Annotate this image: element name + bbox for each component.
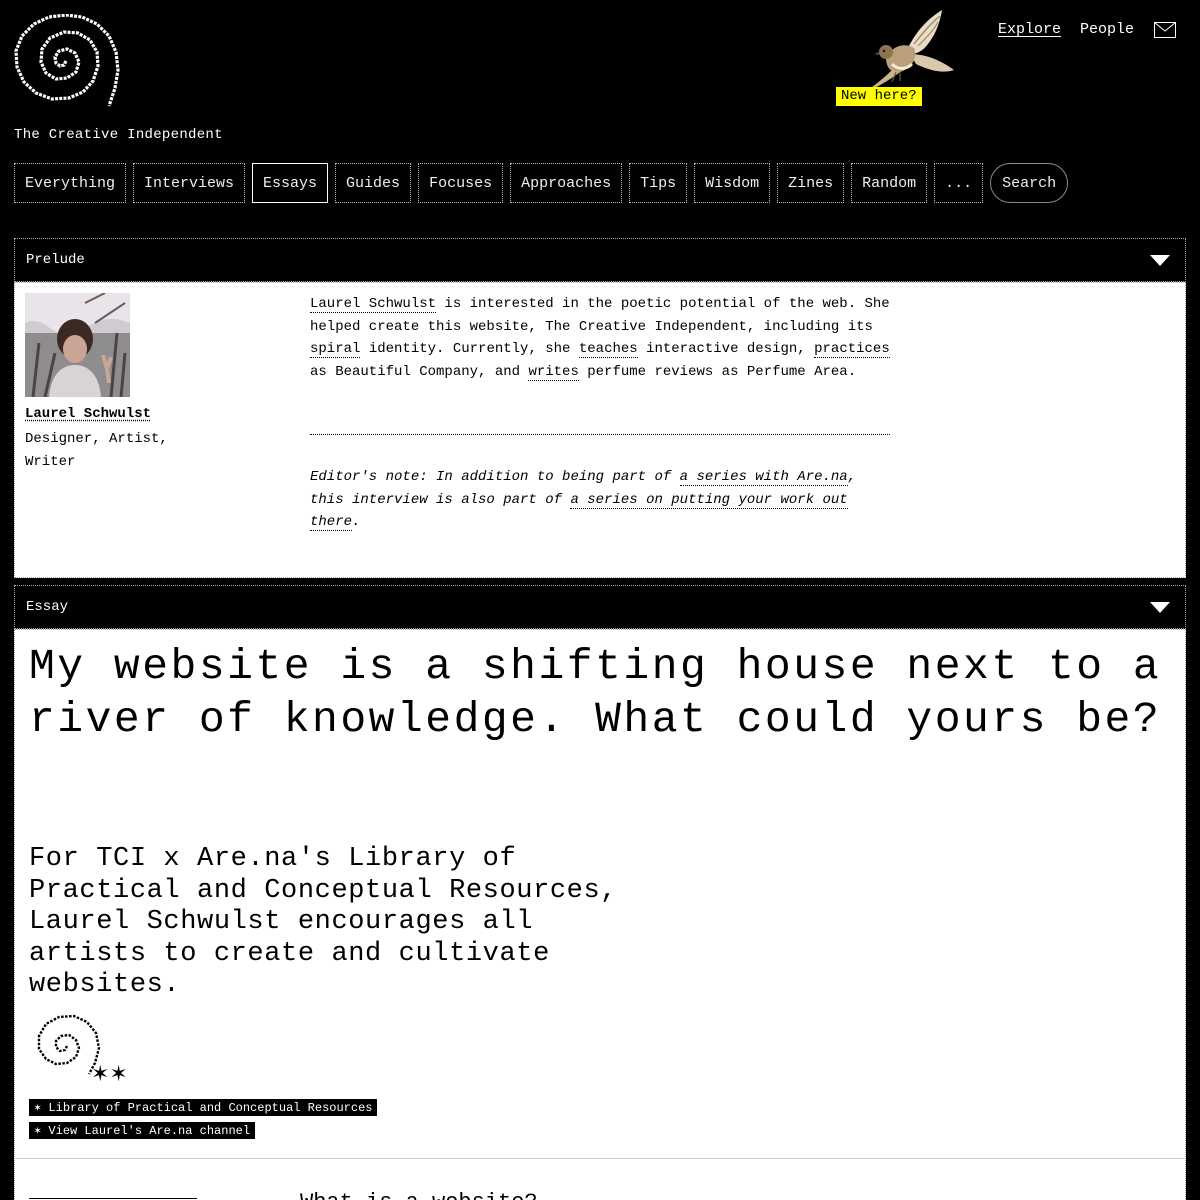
- bio-text: as Beautiful Company, and: [310, 364, 528, 380]
- author-name[interactable]: Laurel Schwulst: [25, 406, 151, 422]
- filter-random[interactable]: Random: [851, 163, 927, 203]
- site-name[interactable]: The Creative Independent: [14, 127, 223, 143]
- filter-everything[interactable]: Everything: [14, 163, 126, 203]
- search-button[interactable]: Search: [990, 163, 1068, 203]
- bio-text: perfume reviews as Perfume Area.: [579, 364, 856, 380]
- essay-title: My website is a shifting house next to a…: [29, 640, 1169, 746]
- bio-text: identity. Currently, she: [360, 341, 578, 357]
- mail-icon[interactable]: [1154, 22, 1176, 38]
- editors-note: Editor's note: In addition to being part…: [310, 466, 890, 534]
- top-navigation: Explore People: [998, 21, 1176, 38]
- section-separator: [15, 1158, 1185, 1159]
- section-question: What is a website?: [300, 1190, 538, 1200]
- author-portrait: [25, 293, 130, 397]
- filter-guides[interactable]: Guides: [335, 163, 411, 203]
- nav-explore-link[interactable]: Explore: [998, 21, 1061, 38]
- spiral-logo-icon[interactable]: [14, 14, 120, 110]
- spiral-link[interactable]: spiral: [310, 341, 360, 358]
- filter-approaches[interactable]: Approaches: [510, 163, 622, 203]
- arena-channel-tag[interactable]: ✶ View Laurel's Are.na channel: [29, 1122, 255, 1139]
- note-text: .: [352, 514, 360, 530]
- svg-text:✶✶: ✶✶: [91, 1062, 128, 1086]
- prelude-panel: Laurel Schwulst Designer, Artist, Writer…: [14, 282, 1186, 578]
- category-filters: Everything Interviews Essays Guides Focu…: [14, 163, 1075, 203]
- bio-text: interactive design,: [638, 341, 814, 357]
- essay-heading: Essay: [26, 599, 68, 615]
- bio-author-link[interactable]: Laurel Schwulst: [310, 296, 436, 313]
- filter-wisdom[interactable]: Wisdom: [694, 163, 770, 203]
- writes-link[interactable]: writes: [528, 364, 578, 381]
- essay-dek: For TCI x Are.na's Library of Practical …: [29, 844, 629, 1002]
- prelude-header[interactable]: Prelude: [14, 238, 1186, 282]
- filter-zines[interactable]: Zines: [777, 163, 844, 203]
- filter-focuses[interactable]: Focuses: [418, 163, 503, 203]
- essay-panel: My website is a shifting house next to a…: [14, 629, 1186, 1200]
- library-spiral-icon: ✶✶: [29, 1008, 139, 1086]
- collapse-triangle-icon[interactable]: [1150, 602, 1170, 613]
- practices-link[interactable]: practices: [814, 341, 890, 358]
- filter-interviews[interactable]: Interviews: [133, 163, 245, 203]
- filter-more[interactable]: ...: [934, 163, 983, 203]
- library-tag[interactable]: ✶ Library of Practical and Conceptual Re…: [29, 1099, 377, 1116]
- author-bio: Laurel Schwulst is interested in the poe…: [310, 293, 890, 383]
- essay-header[interactable]: Essay: [14, 585, 1186, 629]
- note-text: Editor's note: In addition to being part…: [310, 469, 680, 485]
- new-here-badge[interactable]: New here?: [836, 87, 922, 106]
- nav-people-link[interactable]: People: [1080, 21, 1134, 38]
- prelude-heading: Prelude: [26, 252, 85, 268]
- teaches-link[interactable]: teaches: [579, 341, 638, 358]
- author-role: Designer, Artist, Writer: [25, 428, 225, 473]
- filter-essays[interactable]: Essays: [252, 163, 328, 203]
- filter-tips[interactable]: Tips: [629, 163, 687, 203]
- collapse-triangle-icon[interactable]: [1150, 255, 1170, 266]
- arena-series-link[interactable]: a series with Are.na: [680, 469, 848, 486]
- section-rule: [29, 1198, 197, 1199]
- divider: [310, 434, 890, 435]
